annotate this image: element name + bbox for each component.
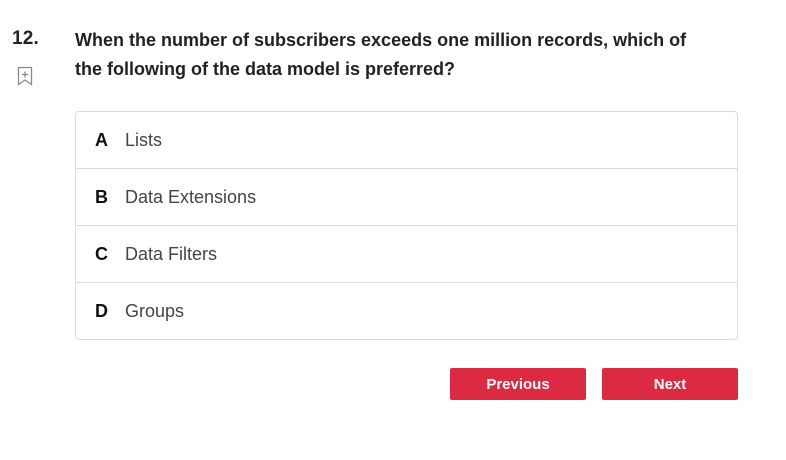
option-label: Data Extensions — [125, 186, 257, 207]
option-label: Lists — [125, 129, 163, 150]
option-b[interactable]: B Data Extensions — [76, 168, 737, 225]
option-letter: D — [95, 300, 108, 321]
previous-button[interactable]: Previous — [450, 368, 586, 400]
quiz-page: 12. When the number of subscribers excee… — [0, 0, 786, 460]
option-label: Groups — [125, 300, 185, 321]
option-c[interactable]: C Data Filters — [76, 225, 737, 282]
option-d[interactable]: D Groups — [76, 282, 737, 339]
bookmark-add-icon[interactable] — [17, 66, 33, 86]
option-label: Data Filters — [125, 243, 218, 264]
answer-options: A Lists B Data Extensions C Data Filters… — [75, 111, 738, 340]
question-number: 12. — [12, 28, 40, 49]
option-letter: B — [95, 186, 108, 207]
option-letter: C — [95, 243, 108, 264]
option-a[interactable]: A Lists — [76, 112, 737, 168]
option-letter: A — [95, 129, 108, 150]
next-button[interactable]: Next — [602, 368, 738, 400]
question-text: When the number of subscribers exceeds o… — [75, 30, 687, 79]
